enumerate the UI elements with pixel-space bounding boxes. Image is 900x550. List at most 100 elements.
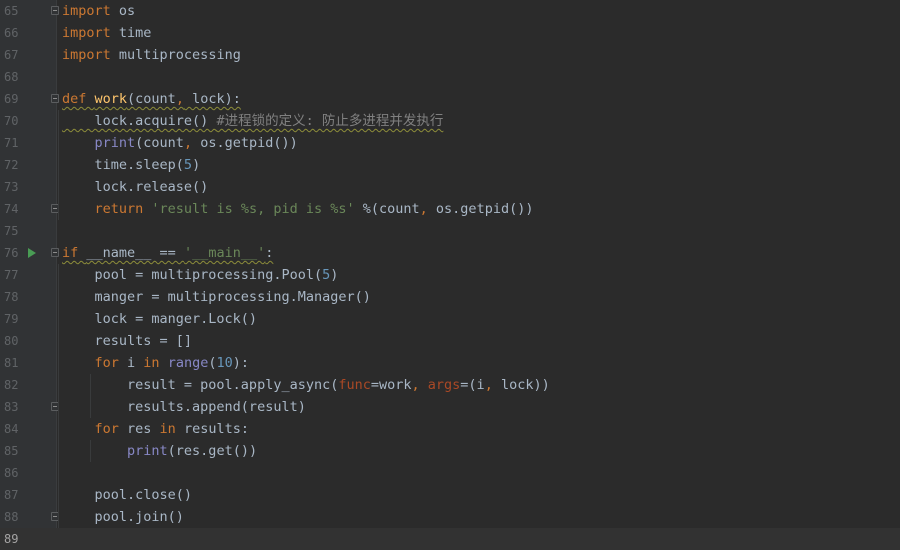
code-token: ,	[419, 201, 428, 217]
code-line[interactable]: 84 for res in results:	[0, 418, 900, 440]
code-line[interactable]: 71 print(count, os.getpid())	[0, 132, 900, 154]
code-line[interactable]: 73 lock.release()	[0, 176, 900, 198]
line-number: 88	[4, 510, 19, 524]
fold-collapse-icon[interactable]	[51, 6, 59, 15]
code-token: '__main__'	[183, 245, 266, 261]
code-text[interactable]: if __name__ == '__main__':	[62, 242, 273, 264]
line-number: 86	[4, 466, 19, 480]
code-line[interactable]: 72 time.sleep(5)	[0, 154, 900, 176]
code-line[interactable]: 85 print(res.get())	[0, 440, 900, 462]
code-line[interactable]: 80 results = []	[0, 330, 900, 352]
code-token: pool = multiprocessing.Pool(	[62, 267, 323, 283]
code-token: lock = manger.Lock()	[62, 311, 258, 327]
line-number: 77	[4, 268, 19, 282]
run-icon[interactable]	[28, 248, 36, 258]
code-token: import	[62, 3, 111, 19]
code-line[interactable]: 76 if __name__ == '__main__':	[0, 242, 900, 264]
code-line[interactable]: 87 pool.close()	[0, 484, 900, 506]
code-token: os	[110, 3, 136, 19]
line-number: 65	[4, 4, 19, 18]
code-token: if	[62, 245, 87, 261]
line-number: 75	[4, 224, 19, 238]
code-line[interactable]: 78 manger = multiprocessing.Manager()	[0, 286, 900, 308]
code-line[interactable]: 70 lock.acquire() #进程锁的定义: 防止多进程并发执行	[0, 110, 900, 132]
code-token: os.getpid())	[427, 201, 534, 217]
indent-guide	[58, 264, 59, 528]
code-line[interactable]: 67 import multiprocessing	[0, 44, 900, 66]
line-number: 74	[4, 202, 19, 216]
code-text[interactable]: time.sleep(5)	[62, 154, 201, 176]
code-token: work	[94, 91, 128, 107]
code-text[interactable]: def work(count, lock):	[62, 88, 241, 110]
code-token: __name__ ==	[86, 245, 184, 261]
code-token: ,	[484, 377, 493, 393]
fold-collapse-icon[interactable]	[51, 94, 59, 103]
code-token: (count	[127, 91, 176, 107]
fold-collapse-icon[interactable]	[51, 248, 59, 257]
code-token: return	[94, 201, 152, 217]
code-line[interactable]: 83 results.append(result)	[0, 396, 900, 418]
code-text[interactable]: pool = multiprocessing.Pool(5)	[62, 264, 339, 286]
code-line[interactable]: 79 lock = manger.Lock()	[0, 308, 900, 330]
code-line[interactable]: 69 def work(count, lock):	[0, 88, 900, 110]
line-number: 87	[4, 488, 19, 502]
line-number: 73	[4, 180, 19, 194]
code-line[interactable]: 65 import os	[0, 0, 900, 22]
code-text[interactable]: print(count, os.getpid())	[62, 132, 298, 154]
code-text[interactable]: print(res.get())	[62, 440, 257, 462]
code-text[interactable]: import os	[62, 0, 135, 22]
code-token: lock):	[183, 91, 241, 107]
code-token: 5	[322, 267, 331, 283]
code-text[interactable]: return 'result is %s, pid is %s' %(count…	[62, 198, 534, 220]
code-token: in	[159, 421, 184, 437]
code-text[interactable]: pool.join()	[62, 506, 184, 528]
code-token: lock.acquire()	[62, 113, 217, 129]
code-line[interactable]: 81 for i in range(10):	[0, 352, 900, 374]
code-line[interactable]: 77 pool = multiprocessing.Pool(5)	[0, 264, 900, 286]
code-text[interactable]: import multiprocessing	[62, 44, 241, 66]
code-text[interactable]: results.append(result)	[62, 396, 306, 418]
code-token: manger = multiprocessing.Manager()	[62, 289, 371, 305]
code-token: i	[127, 355, 144, 371]
code-token: time.sleep(	[62, 157, 184, 173]
code-text[interactable]: lock.release()	[62, 176, 209, 198]
line-number: 78	[4, 290, 19, 304]
code-token: func	[338, 377, 371, 393]
code-line[interactable]: 75	[0, 220, 900, 242]
code-line[interactable]: 68	[0, 66, 900, 88]
code-line[interactable]: 89	[0, 528, 900, 550]
code-text[interactable]: pool.close()	[62, 484, 193, 506]
code-text[interactable]: import time	[62, 22, 151, 44]
code-token: lock))	[492, 377, 550, 393]
code-token: import	[62, 47, 111, 63]
line-number: 66	[4, 26, 19, 40]
code-text[interactable]: manger = multiprocessing.Manager()	[62, 286, 371, 308]
code-editor[interactable]: 65 import os 66 import time 67 import multipr…	[0, 0, 900, 550]
code-text[interactable]: lock.acquire() #进程锁的定义: 防止多进程并发执行	[62, 110, 444, 132]
line-number: 69	[4, 92, 19, 106]
code-line[interactable]: 86	[0, 462, 900, 484]
code-text[interactable]: for res in results:	[62, 418, 249, 440]
code-token: os.getpid())	[192, 135, 298, 151]
line-number: 80	[4, 334, 19, 348]
code-token: lock.release()	[62, 179, 209, 195]
code-token: 5	[183, 157, 193, 173]
code-line[interactable]: 66 import time	[0, 22, 900, 44]
code-text[interactable]: lock = manger.Lock()	[62, 308, 258, 330]
code-line[interactable]: 82 result = pool.apply_async(func=work, …	[0, 374, 900, 396]
line-number: 82	[4, 378, 19, 392]
code-text[interactable]: results = []	[62, 330, 193, 352]
code-text[interactable]: for i in range(10):	[62, 352, 249, 374]
code-token: ,	[175, 91, 184, 107]
code-token: =(i	[460, 377, 485, 393]
code-token: time	[110, 25, 152, 41]
code-text[interactable]: result = pool.apply_async(func=work, arg…	[62, 374, 550, 396]
code-line[interactable]: 88 pool.join()	[0, 506, 900, 528]
code-token: (count	[135, 135, 184, 151]
code-token: =work	[370, 377, 412, 393]
indent-guide	[90, 374, 91, 418]
code-line[interactable]: 74 return 'result is %s, pid is %s' %(co…	[0, 198, 900, 220]
